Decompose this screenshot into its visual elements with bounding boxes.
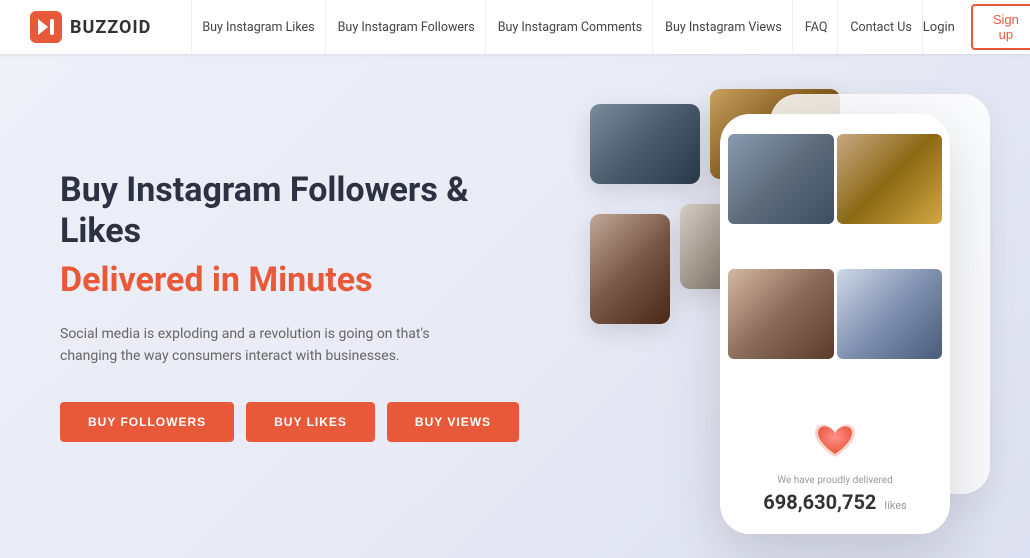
buzzoid-logo-icon <box>30 11 62 43</box>
phone-photos-grid <box>720 134 950 401</box>
phone-main: We have proudly delivered 698,630,752 li… <box>720 114 950 534</box>
delivered-unit: likes <box>884 499 906 512</box>
delivered-count: 698,630,752 likes <box>736 490 934 514</box>
signup-button[interactable]: Sign up <box>971 4 1030 50</box>
hero-description: Social media is exploding and a revoluti… <box>60 323 440 368</box>
nav-faq[interactable]: FAQ <box>795 0 839 54</box>
hero-buttons: BUY FOLLOWERS BUY LIKES BUY VIEWS <box>60 402 540 442</box>
heart-icon <box>810 417 860 467</box>
nav-buy-comments[interactable]: Buy Instagram Comments <box>488 0 653 54</box>
delivered-label: We have proudly delivered <box>736 475 934 486</box>
hero-subtitle: Delivered in Minutes <box>60 260 540 301</box>
nav-buy-views[interactable]: Buy Instagram Views <box>655 0 793 54</box>
hero-visual: We have proudly delivered 698,630,752 li… <box>570 74 1030 558</box>
brand-name: BUZZOID <box>70 17 151 38</box>
nav-buy-likes[interactable]: Buy Instagram Likes <box>191 0 325 54</box>
buy-likes-button[interactable]: BUY LIKES <box>246 402 375 442</box>
floating-card-woman <box>590 214 670 324</box>
phone-bottom: We have proudly delivered 698,630,752 li… <box>720 401 950 534</box>
nav-actions: Login Sign up <box>923 4 1030 50</box>
photo-hat <box>728 134 834 224</box>
buy-views-button[interactable]: BUY VIEWS <box>387 402 519 442</box>
buy-followers-button[interactable]: BUY FOLLOWERS <box>60 402 234 442</box>
nav-links: Buy Instagram Likes Buy Instagram Follow… <box>191 0 922 54</box>
hero-section: Buy Instagram Followers & Likes Delivere… <box>0 54 1030 558</box>
hero-title: Buy Instagram Followers & Likes <box>60 170 540 252</box>
photo-eye <box>837 269 943 359</box>
floating-card-hat <box>590 104 700 184</box>
photo-castle <box>837 134 943 224</box>
navbar: BUZZOID Buy Instagram Likes Buy Instagra… <box>0 0 1030 54</box>
photo-woman <box>728 269 834 359</box>
nav-contact-us[interactable]: Contact Us <box>840 0 922 54</box>
nav-buy-followers[interactable]: Buy Instagram Followers <box>328 0 486 54</box>
logo[interactable]: BUZZOID <box>30 11 151 43</box>
hero-content: Buy Instagram Followers & Likes Delivere… <box>60 170 540 441</box>
login-link[interactable]: Login <box>923 20 955 35</box>
